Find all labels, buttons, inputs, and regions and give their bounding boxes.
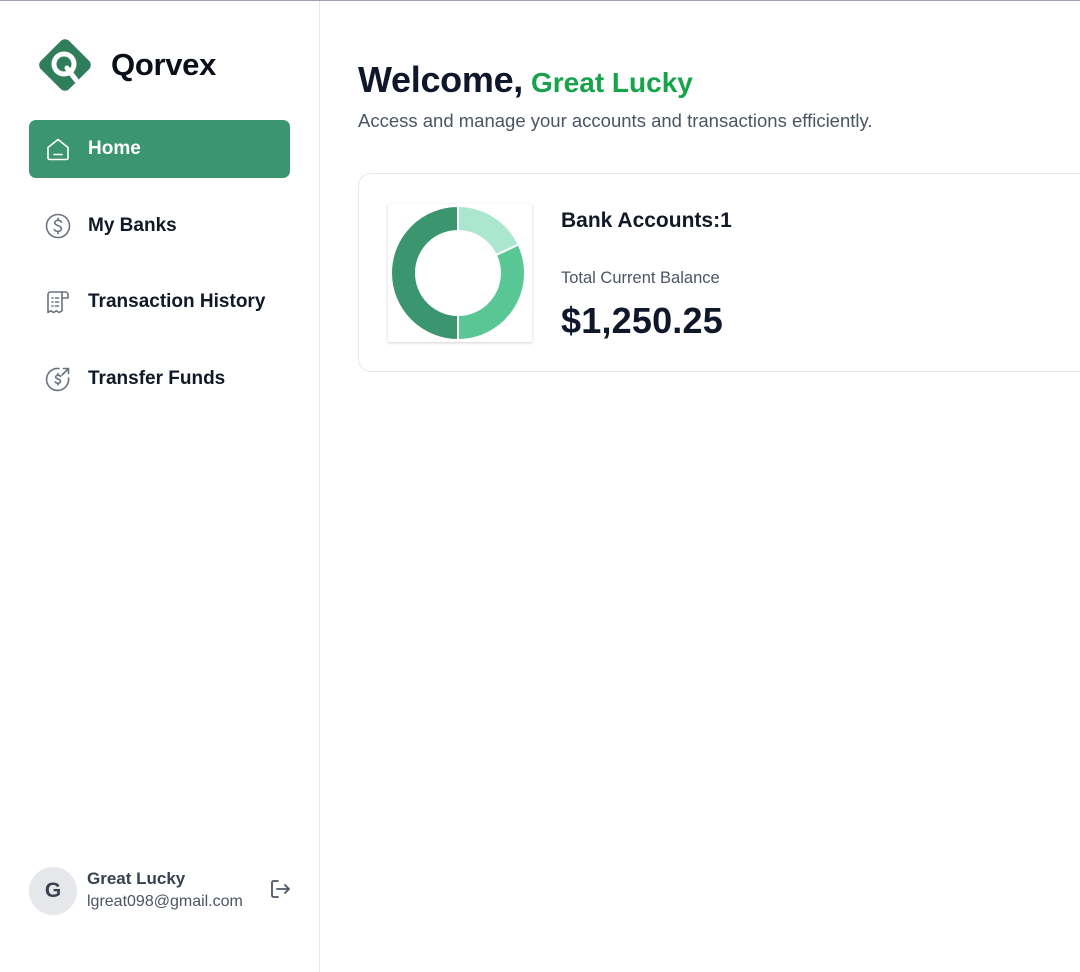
brand[interactable]: Qorvex	[37, 37, 216, 93]
main-content: Welcome, Great Lucky Access and manage y…	[320, 1, 1080, 972]
user-profile: G Great Lucky lgreat098@gmail.com	[29, 867, 294, 915]
avatar[interactable]: G	[29, 867, 77, 915]
welcome-text: Welcome,	[358, 59, 523, 100]
sidebar-item-home[interactable]: Home	[29, 120, 290, 178]
home-icon	[44, 135, 72, 163]
page-title: Welcome, Great Lucky	[358, 59, 693, 101]
user-info: Great Lucky lgreat098@gmail.com	[87, 868, 266, 914]
sidebar-item-my-banks[interactable]: My Banks	[29, 197, 290, 255]
logout-icon	[271, 880, 290, 898]
dollar-circle-icon	[44, 212, 72, 240]
brand-name: Qorvex	[111, 47, 217, 82]
receipt-icon	[44, 288, 72, 316]
bank-accounts-count: Bank Accounts:1	[561, 209, 732, 232]
sidebar-item-label: Home	[88, 138, 141, 159]
sidebar: Qorvex Home My Banks Transaction History	[0, 1, 320, 972]
total-balance-card: Bank Accounts:1 Total Current Balance $1…	[358, 173, 1080, 372]
qorvex-logo-icon	[39, 39, 91, 91]
sidebar-item-label: Transaction History	[88, 291, 266, 312]
doughnut-slice-1[interactable]	[390, 204, 459, 342]
doughnut-slice-2[interactable]	[457, 243, 526, 342]
total-balance-value: $1,250.25	[561, 300, 723, 341]
total-balance-label: Total Current Balance	[561, 269, 720, 287]
sidebar-item-transaction-history[interactable]: Transaction History	[29, 273, 290, 331]
user-email: lgreat098@gmail.com	[87, 893, 243, 910]
user-name: Great Lucky	[87, 869, 186, 888]
doughnut-chart-svg	[390, 204, 526, 342]
welcome-user-name: Great Lucky	[531, 67, 693, 98]
sidebar-item-label: My Banks	[88, 214, 177, 236]
sidebar-item-transfer-funds[interactable]: Transfer Funds	[29, 350, 290, 408]
logout-button[interactable]	[266, 875, 294, 903]
page-subtitle: Access and manage your accounts and tran…	[358, 110, 873, 131]
doughnut-chart	[388, 204, 532, 342]
sidebar-nav: Home My Banks Transaction History Transf…	[29, 120, 290, 426]
money-send-icon	[44, 365, 72, 393]
sidebar-item-label: Transfer Funds	[88, 367, 226, 389]
app-window: Qorvex Home My Banks Transaction History	[0, 0, 1080, 972]
